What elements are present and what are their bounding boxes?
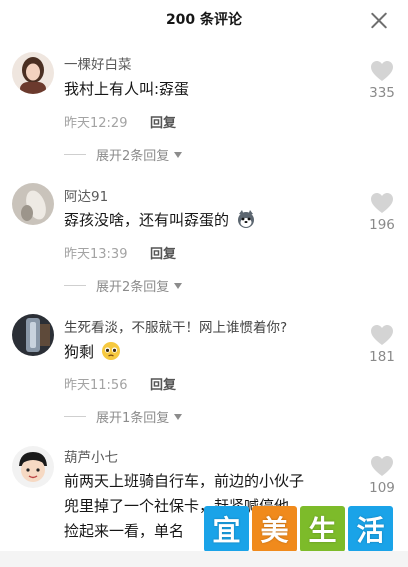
comment-count-title: 200 条评论 bbox=[165, 12, 243, 28]
like-count: 181 bbox=[369, 349, 395, 365]
expand-replies-label: 展开2条回复 bbox=[96, 279, 170, 295]
reply-button[interactable]: 回复 bbox=[150, 112, 176, 131]
watermark-char: 美 bbox=[252, 506, 297, 552]
heart-icon bbox=[371, 325, 393, 345]
chevron-down-icon bbox=[174, 414, 183, 420]
like-count: 335 bbox=[369, 85, 395, 101]
username[interactable]: 阿达91 bbox=[64, 185, 108, 205]
comment-text: 孬孩没啥，还有叫孬蛋的 bbox=[64, 211, 230, 229]
reply-button[interactable]: 回复 bbox=[150, 374, 176, 393]
like-button[interactable]: 196 bbox=[364, 192, 400, 233]
watermark-char: 活 bbox=[348, 506, 393, 552]
comment-item: 阿达91 孬孩没啥，还有叫孬蛋的 昨天13:39 回复 展开2条回复 196 bbox=[0, 180, 408, 298]
comment-time: 昨天11:56 bbox=[64, 378, 128, 393]
watermark-char: 生 bbox=[300, 506, 345, 552]
username[interactable]: 一棵好白菜 bbox=[64, 53, 132, 73]
avatar[interactable] bbox=[12, 314, 54, 356]
heart-icon bbox=[371, 456, 393, 476]
like-count: 196 bbox=[369, 217, 395, 233]
divider-line bbox=[64, 284, 86, 286]
expand-replies-button[interactable]: 展开2条回复 bbox=[64, 145, 183, 164]
expand-replies-label: 展开2条回复 bbox=[96, 148, 170, 164]
divider-line bbox=[64, 153, 86, 155]
avatar[interactable] bbox=[12, 446, 54, 488]
close-icon[interactable] bbox=[366, 8, 392, 34]
heart-icon bbox=[371, 193, 393, 213]
username[interactable]: 葫芦小七 bbox=[64, 446, 118, 466]
comment-item: 一棵好白菜 我村上有人叫:孬蛋 昨天12:29 回复 展开2条回复 335 bbox=[0, 48, 408, 166]
expand-replies-button[interactable]: 展开2条回复 bbox=[64, 276, 183, 295]
expand-replies-label: 展开1条回复 bbox=[96, 410, 170, 426]
comment-text-line: 前两天上班骑自行车，前边的小伙子 bbox=[64, 472, 305, 490]
comment-input-bar[interactable] bbox=[0, 551, 408, 567]
like-count: 109 bbox=[369, 480, 395, 496]
comment-time: 昨天12:29 bbox=[64, 116, 128, 131]
like-button[interactable]: 181 bbox=[364, 324, 400, 365]
watermark-logo: 宜 美 生 活 bbox=[204, 506, 393, 552]
comment-text: 狗剩 bbox=[64, 343, 95, 361]
like-button[interactable]: 335 bbox=[364, 60, 400, 101]
pleading-face-emoji-icon bbox=[101, 341, 121, 368]
divider-line bbox=[64, 415, 86, 417]
husky-emoji-icon bbox=[236, 209, 256, 236]
username[interactable]: 生死看淡，不服就干！网上谁惯着你? bbox=[64, 316, 287, 336]
comments-header: 200 条评论 bbox=[0, 0, 408, 40]
comment-text: 我村上有人叫:孬蛋 bbox=[64, 80, 190, 98]
reply-button[interactable]: 回复 bbox=[150, 243, 176, 262]
comment-text-row: 狗剩 bbox=[64, 340, 354, 368]
heart-icon bbox=[371, 61, 393, 81]
comment-text-row: 孬孩没啥，还有叫孬蛋的 bbox=[64, 208, 354, 236]
avatar[interactable] bbox=[12, 183, 54, 225]
avatar[interactable] bbox=[12, 52, 54, 94]
expand-replies-button[interactable]: 展开1条回复 bbox=[64, 407, 183, 426]
watermark-char: 宜 bbox=[204, 506, 249, 552]
like-button[interactable]: 109 bbox=[364, 455, 400, 496]
comment-item: 生死看淡，不服就干！网上谁惯着你? 狗剩 昨天11:56 回复 展开1条回复 1… bbox=[0, 312, 408, 430]
chevron-down-icon bbox=[174, 152, 183, 158]
comment-time: 昨天13:39 bbox=[64, 247, 128, 262]
chevron-down-icon bbox=[174, 283, 183, 289]
